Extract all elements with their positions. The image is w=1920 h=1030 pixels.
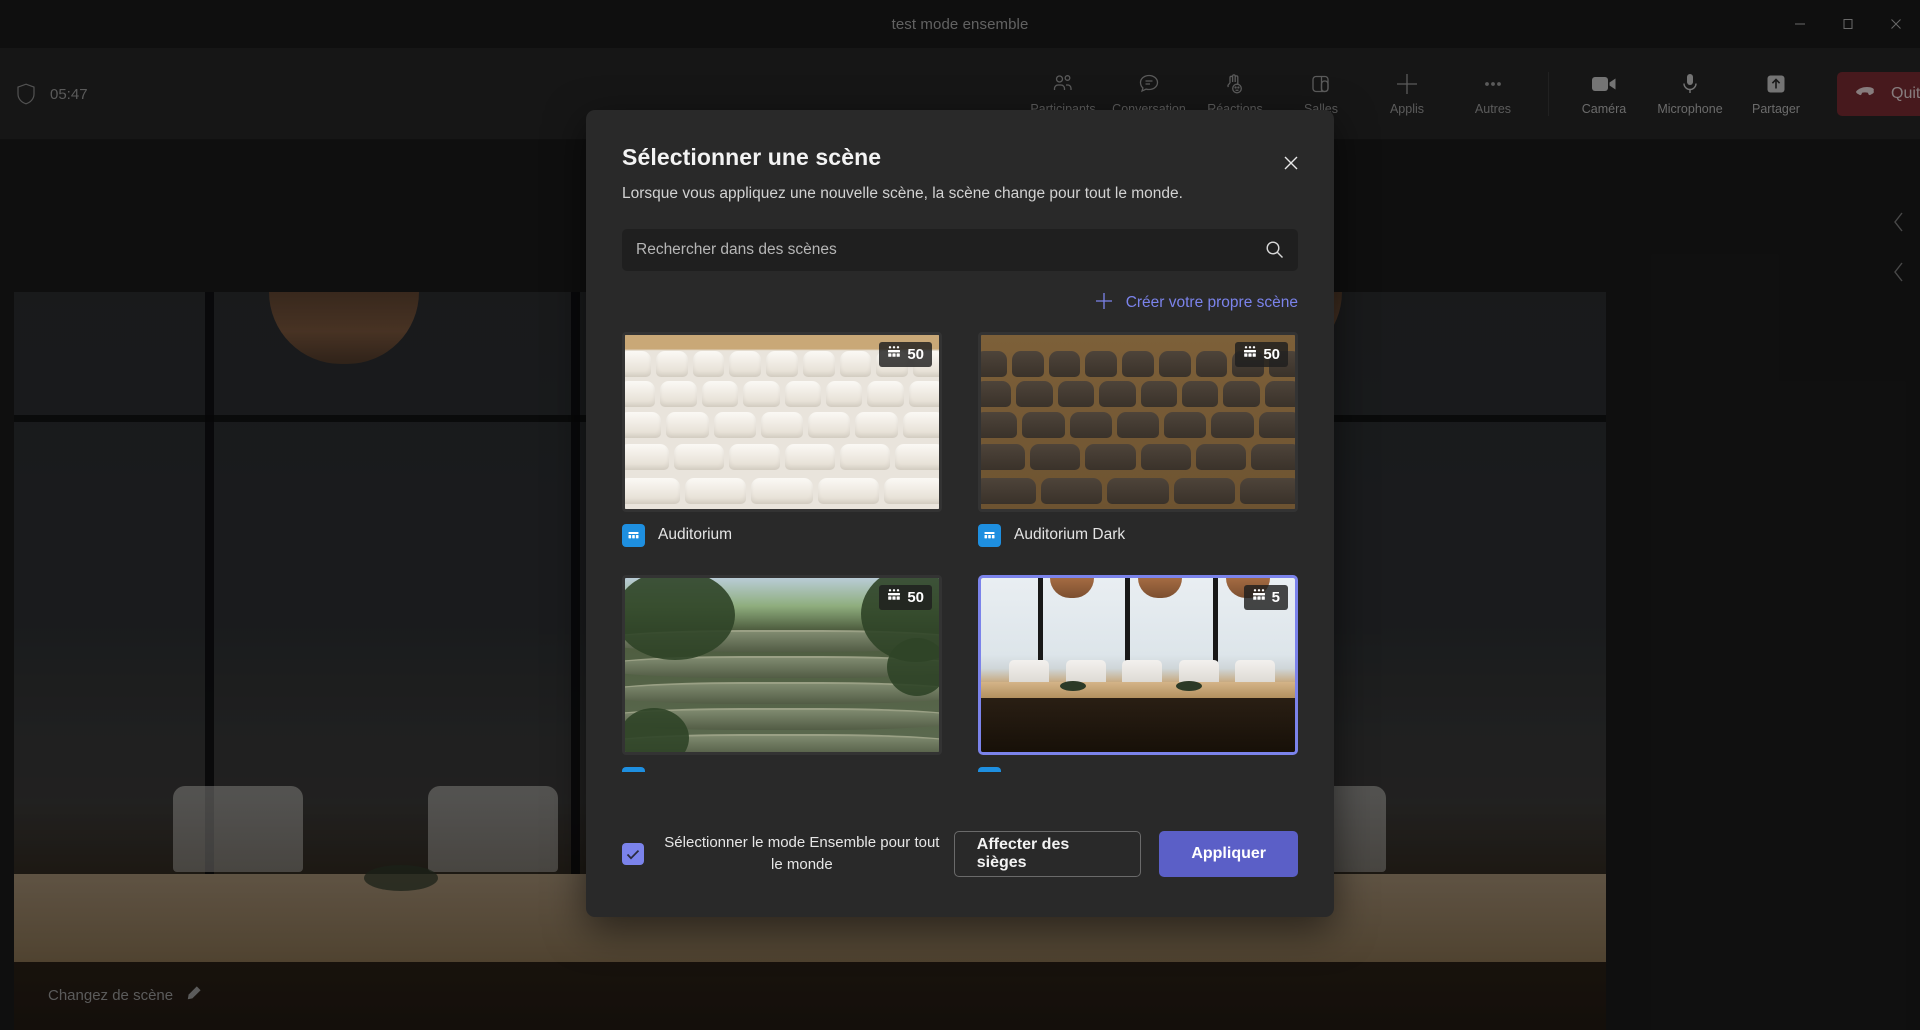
scene-label-row xyxy=(622,766,942,772)
search-input[interactable] xyxy=(622,228,1298,271)
scene-capacity-badge: 5 xyxy=(1243,584,1288,610)
scene-icon xyxy=(622,766,645,772)
apply-button[interactable]: Appliquer xyxy=(1159,831,1298,877)
scene-grid: 50 Auditorium 50 Auditorium Dark 50 5 xyxy=(622,331,1298,772)
dialog-title: Sélectionner une scène xyxy=(622,144,882,170)
scene-name: Auditorium Dark xyxy=(1014,526,1126,544)
assign-seats-button[interactable]: Affecter des sièges xyxy=(953,831,1142,877)
select-scene-dialog: Sélectionner une scène Lorsque vous appl… xyxy=(586,110,1334,917)
app-root: test mode ensemble 05:47 Applis Autres C… xyxy=(0,0,1920,1030)
close-icon xyxy=(1283,155,1299,176)
scene-capacity-badge: 50 xyxy=(1235,341,1288,367)
scene-card-amphitheater[interactable]: 50 xyxy=(622,574,942,772)
scene-name: Auditorium xyxy=(658,526,733,544)
search-icon[interactable] xyxy=(1260,236,1288,264)
scene-label-row: Auditorium xyxy=(622,523,942,547)
close-dialog-button[interactable] xyxy=(1274,148,1308,182)
scene-capacity-value: 50 xyxy=(907,345,924,363)
scene-icon xyxy=(978,523,1001,547)
scene-card-auditorium-dark[interactable]: 50 Auditorium Dark xyxy=(978,331,1298,547)
scene-thumbnail[interactable]: 50 xyxy=(978,331,1298,512)
scene-capacity-value: 50 xyxy=(907,588,924,606)
scene-search-box xyxy=(622,228,1298,271)
scene-icon xyxy=(622,523,645,547)
scene-card-conference-room[interactable]: 5 xyxy=(978,574,1298,772)
together-mode-everyone-checkbox[interactable] xyxy=(622,843,644,865)
scene-icon xyxy=(978,766,1001,772)
seats-icon xyxy=(1243,345,1257,363)
scene-thumbnail-selected[interactable]: 5 xyxy=(978,574,1298,755)
seats-icon xyxy=(1252,588,1266,606)
dialog-footer: Sélectionner le mode Ensemble pour tout … xyxy=(622,831,1298,877)
scene-list-scroll-area[interactable]: 50 Auditorium 50 Auditorium Dark 50 5 xyxy=(622,331,1298,772)
scene-card-auditorium[interactable]: 50 Auditorium xyxy=(622,331,942,547)
scene-capacity-badge: 50 xyxy=(879,584,932,610)
together-mode-everyone-label: Sélectionner le mode Ensemble pour tout … xyxy=(664,834,940,873)
scene-label-row xyxy=(978,766,1298,772)
scene-thumbnail[interactable]: 50 xyxy=(622,331,942,512)
plus-icon xyxy=(1094,291,1114,316)
create-scene-row: Créer votre propre scène xyxy=(622,291,1298,316)
scene-label-row: Auditorium Dark xyxy=(978,523,1298,547)
scene-thumbnail[interactable]: 50 xyxy=(622,574,942,755)
create-own-scene-label: Créer votre propre scène xyxy=(1125,294,1298,312)
dialog-subtitle: Lorsque vous appliquez une nouvelle scèn… xyxy=(622,185,1183,202)
create-own-scene-button[interactable]: Créer votre propre scène xyxy=(1094,291,1298,316)
seats-icon xyxy=(887,588,901,606)
seats-icon xyxy=(887,345,901,363)
scene-capacity-value: 50 xyxy=(1263,345,1280,363)
scene-capacity-badge: 50 xyxy=(879,341,932,367)
scene-capacity-value: 5 xyxy=(1271,588,1280,606)
